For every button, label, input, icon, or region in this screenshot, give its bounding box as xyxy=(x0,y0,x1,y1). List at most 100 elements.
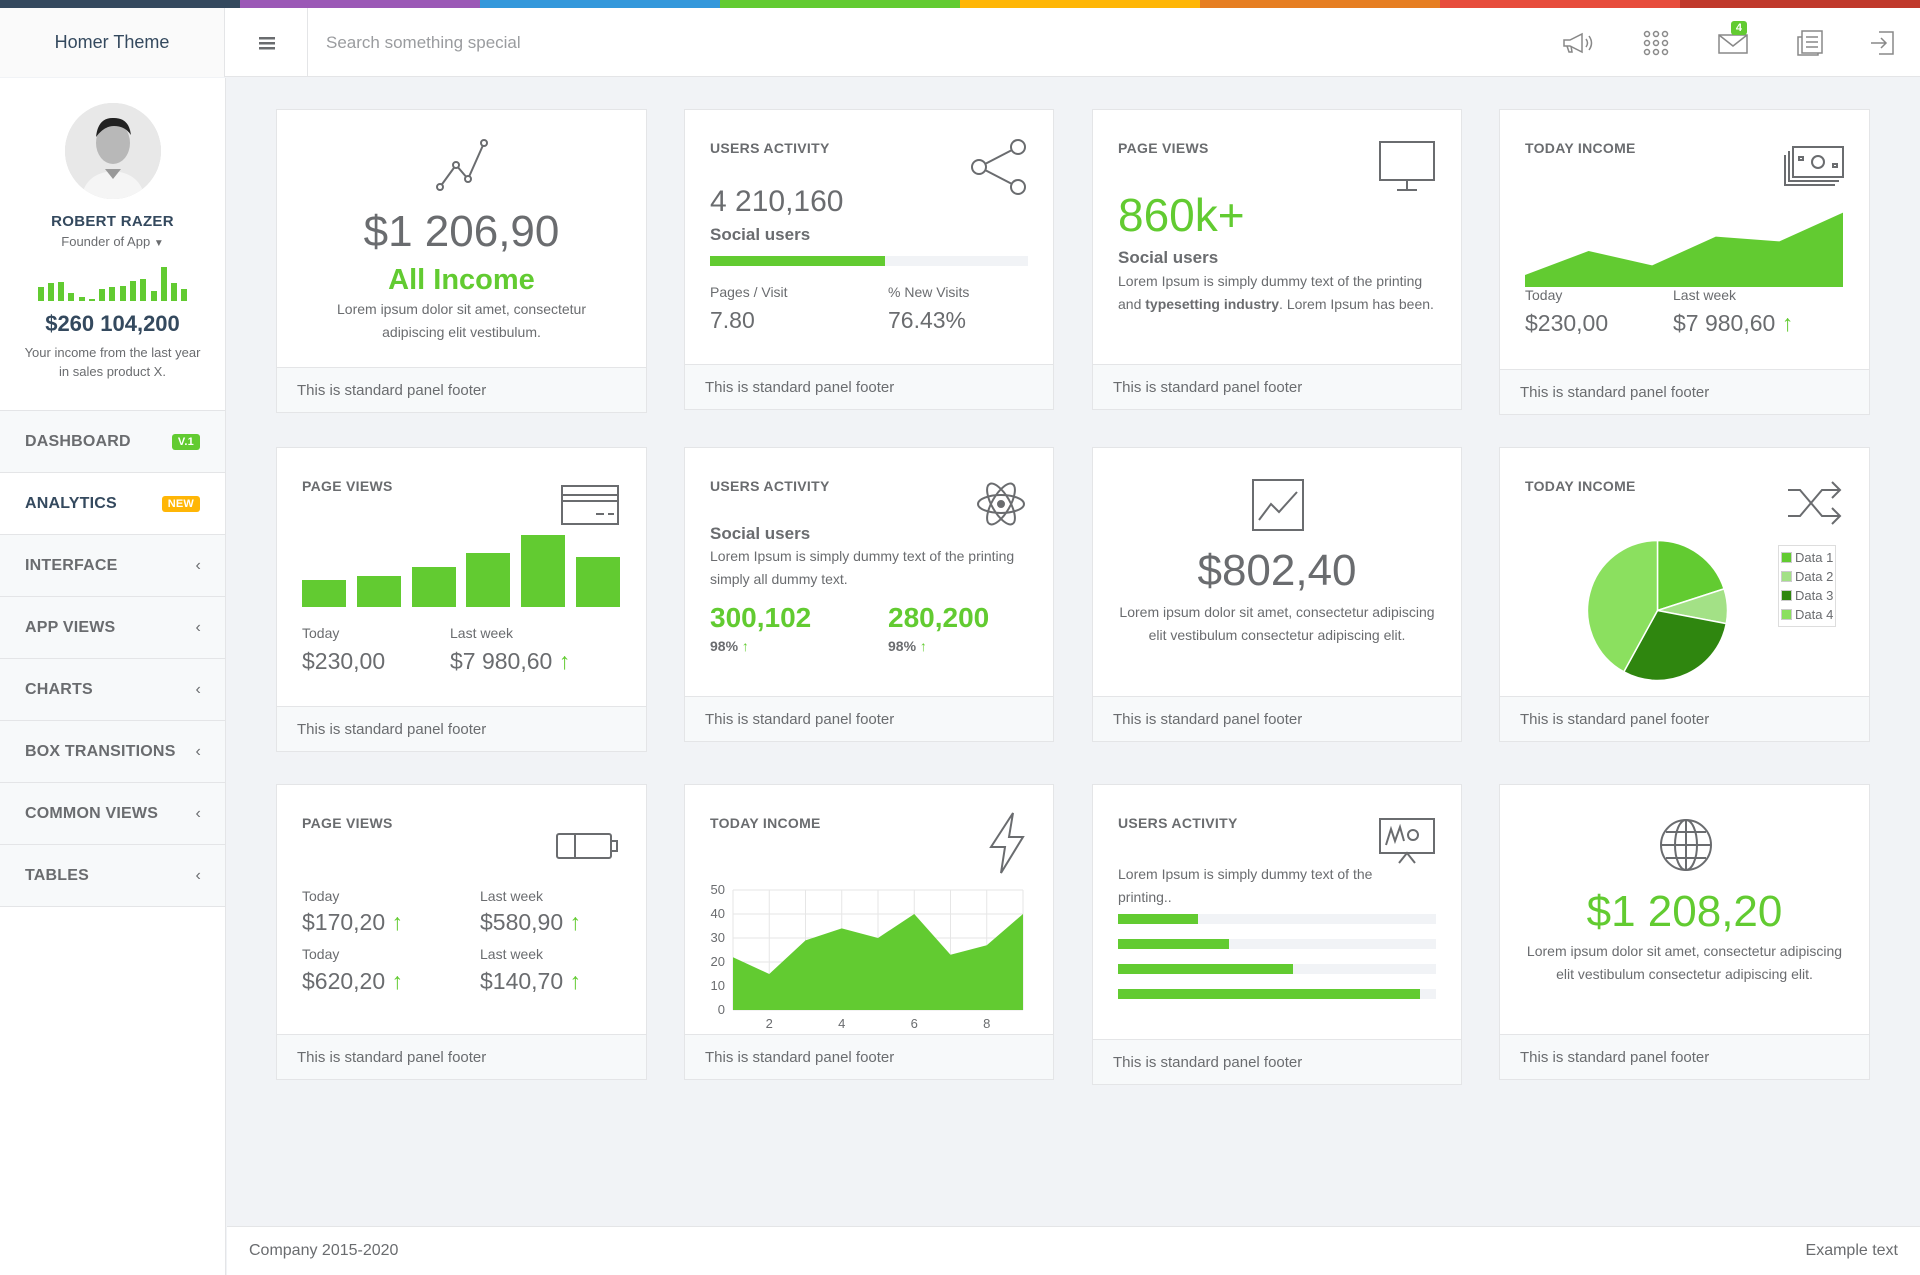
panel-footer: This is standard panel footer xyxy=(685,1034,1053,1079)
profile-card: ROBERT RAZER Founder of App ▼ $260 104,2… xyxy=(0,78,225,411)
r2-label-1: Today xyxy=(302,946,340,962)
x-tick-label: 2 xyxy=(766,1016,773,1030)
panel-footer: This is standard panel footer xyxy=(1093,696,1461,741)
search-input[interactable] xyxy=(310,8,1010,77)
y-tick-label: 30 xyxy=(711,930,725,945)
y-tick-label: 50 xyxy=(711,882,725,897)
profile-role: Founder of App xyxy=(61,234,151,249)
page-views-value: 860k+ xyxy=(1118,189,1245,241)
sidebar-item-charts[interactable]: CHARTS ‹ xyxy=(0,659,225,721)
envelope-icon xyxy=(1718,34,1748,54)
legend-swatch xyxy=(1781,552,1792,563)
sidebar-item-box-transitions[interactable]: BOX TRANSITIONS ‹ xyxy=(0,721,225,783)
chevron-left-icon: ‹ xyxy=(195,804,201,822)
sidebar-item-interface[interactable]: INTERFACE ‹ xyxy=(0,535,225,597)
arrow-up-icon: ↑ xyxy=(391,909,404,935)
page-views-text: Lorem Ipsum is simply dummy text of the … xyxy=(1118,273,1434,312)
sparkline-bar xyxy=(140,279,147,301)
caret-down-icon: ▼ xyxy=(153,238,164,249)
last-week-label: Last week xyxy=(450,625,514,641)
legend-label: Data 3 xyxy=(1795,588,1834,603)
color-bar-segment xyxy=(1440,0,1680,8)
messages-button[interactable]: 4 xyxy=(1713,21,1753,61)
panel-page-views-1: PAGE VIEWS 860k+ Social users Lorem Ipsu… xyxy=(1092,109,1462,410)
sparkline-bar xyxy=(160,267,167,301)
progress-bar xyxy=(1118,964,1436,974)
today-value: $230,00 xyxy=(302,648,386,674)
panel-title: TODAY INCOME xyxy=(1525,478,1636,494)
grid-icon xyxy=(1643,30,1669,56)
y-tick-label: 10 xyxy=(711,978,725,993)
avatar[interactable] xyxy=(64,103,161,199)
panel-footer: This is standard panel footer xyxy=(1500,369,1869,414)
sparkline-bar xyxy=(88,299,95,301)
megaphone-button[interactable] xyxy=(1558,25,1598,61)
sidebar: ROBERT RAZER Founder of App ▼ $260 104,2… xyxy=(0,78,226,1275)
sidebar-item-dashboard[interactable]: DASHBOARD V.1 xyxy=(0,411,225,473)
panel-footer: This is standard panel footer xyxy=(1500,696,1869,741)
all-income-title: All Income xyxy=(388,264,535,296)
apps-button[interactable] xyxy=(1636,25,1676,61)
color-bar-segment xyxy=(0,0,240,8)
activity-text: Lorem Ipsum is simply dummy text of the … xyxy=(710,548,1015,587)
sidebar-item-analytics[interactable]: ANALYTICS NEW xyxy=(0,473,225,535)
top-color-bar xyxy=(0,0,1920,8)
hamburger-menu-button[interactable] xyxy=(226,8,308,77)
money-icon xyxy=(1784,146,1844,186)
all-income-text: Lorem ipsum dolor sit amet, consectetur … xyxy=(337,301,586,340)
new-visits-label: % New Visits xyxy=(888,284,970,300)
arrow-up-icon: ↑ xyxy=(741,638,749,654)
income-area-chart xyxy=(1525,212,1843,287)
documents-button[interactable] xyxy=(1790,25,1830,61)
sidebar-item-common-views[interactable]: COMMON VIEWS ‹ xyxy=(0,783,225,845)
last-week-label: Last week xyxy=(1673,287,1737,303)
sparkline-bar xyxy=(171,283,178,301)
amount-1208-text: Lorem ipsum dolor sit amet, consectetur … xyxy=(1526,943,1843,982)
chevron-left-icon: ‹ xyxy=(195,556,201,574)
color-bar-segment xyxy=(960,0,1200,8)
sparkline-bar xyxy=(109,287,116,301)
panel-title: PAGE VIEWS xyxy=(302,815,393,831)
users-count: 4 210,160 xyxy=(710,185,844,218)
panel-footer: This is standard panel footer xyxy=(277,1034,646,1079)
legend-swatch xyxy=(1781,590,1792,601)
profile-role-dropdown[interactable]: Founder of App ▼ xyxy=(0,234,225,249)
page-footer: Company 2015-2020 Example text xyxy=(227,1226,1920,1275)
x-tick-label: 8 xyxy=(983,1016,990,1030)
color-bar-segment xyxy=(1680,0,1920,8)
users-subtitle: Social users xyxy=(710,225,811,244)
all-income-amount: $1 206,90 xyxy=(363,207,560,256)
sidebar-item-label: DASHBOARD xyxy=(25,432,131,450)
sparkline-bar xyxy=(99,289,106,301)
legend-label: Data 2 xyxy=(1795,569,1834,584)
panel-page-views-3: PAGE VIEWS Today $170,20 ↑ Last week $58… xyxy=(276,784,647,1080)
r1-value-2: $580,90 ↑ xyxy=(480,909,582,935)
battery-icon xyxy=(556,833,618,859)
progress-bar xyxy=(1118,914,1436,924)
activity-percent-1: 98% ↑ xyxy=(710,638,749,654)
panel-footer: This is standard panel footer xyxy=(1093,364,1461,409)
bar xyxy=(575,557,620,607)
logout-button[interactable] xyxy=(1862,25,1902,61)
r2-value-1: $620,20 ↑ xyxy=(302,968,404,994)
legend-item: Data 2 xyxy=(1781,567,1833,586)
sidebar-item-tables[interactable]: TABLES ‹ xyxy=(0,845,225,907)
panel-users-activity-1: USERS ACTIVITY 4 210,160 Social users Pa… xyxy=(684,109,1054,410)
brand-logo[interactable]: Homer Theme xyxy=(0,8,225,77)
bar xyxy=(466,553,511,607)
panel-footer: This is standard panel footer xyxy=(685,696,1053,741)
globe-icon xyxy=(1660,819,1712,871)
new-visits-value: 76.43% xyxy=(888,307,967,333)
panel-footer: This is standard panel footer xyxy=(1500,1034,1869,1079)
sidebar-item-label: APP VIEWS xyxy=(25,618,116,636)
footer-left-text: Company 2015-2020 xyxy=(249,1242,399,1259)
sidebar-item-app-views[interactable]: APP VIEWS ‹ xyxy=(0,597,225,659)
panel-title: USERS ACTIVITY xyxy=(1118,815,1238,831)
documents-icon xyxy=(1797,30,1823,56)
footer-right-text: Example text xyxy=(1805,1242,1898,1259)
chevron-left-icon: ‹ xyxy=(195,742,201,760)
arrow-up-icon: ↑ xyxy=(919,638,927,654)
income-sparkline xyxy=(37,267,188,301)
share-icon xyxy=(971,139,1026,195)
page-views-bar-chart xyxy=(302,533,620,607)
